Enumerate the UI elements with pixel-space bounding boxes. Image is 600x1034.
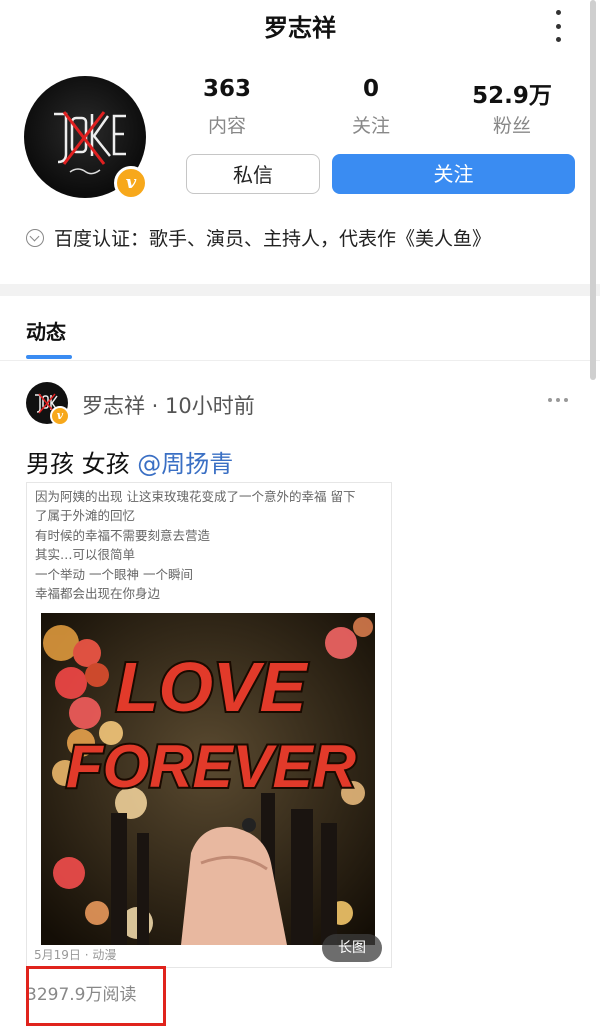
verify-check-icon (26, 228, 44, 247)
verification-text: 百度认证：歌手、演员、主持人，代表作《美人鱼》 (54, 228, 492, 250)
verified-badge: v (114, 166, 148, 200)
stat-followers-count: 52.9万 (464, 76, 560, 110)
long-image-tag: 长图 (322, 934, 382, 962)
post-body: 男孩 女孩 (26, 450, 130, 478)
tab-dynamic[interactable]: 动态 (26, 316, 66, 345)
mention-link[interactable]: @周扬青 (137, 450, 233, 478)
section-separator (0, 284, 600, 296)
card-line: 有时候的幸福不需要刻意去营造 (35, 527, 211, 543)
card-date: 5月19日 · 动漫 (34, 948, 117, 962)
card-line: 其实…可以很简单 (35, 547, 136, 563)
post-image-card[interactable]: 因为阿姨的出现 让这束玫瑰花变成了一个意外的幸福 留下 了属于外滩的回忆 有时候… (26, 482, 392, 968)
post-verified-badge: v (50, 406, 70, 426)
post-text: 男孩 女孩 @周扬青 (26, 444, 233, 479)
image-text-forever: FOREVER (66, 733, 356, 800)
stat-followers-value: 52.9 (472, 83, 529, 109)
card-line: 了属于外滩的回忆 (35, 508, 136, 524)
card-text-block: 因为阿姨的出现 让这束玫瑰花变成了一个意外的幸福 留下 了属于外滩的回忆 有时候… (35, 487, 355, 603)
highlight-box (26, 966, 166, 1026)
scrollbar[interactable] (590, 0, 596, 380)
more-vertical-icon[interactable] (548, 10, 568, 42)
divider (0, 360, 600, 361)
stat-followers-unit: 万 (528, 83, 552, 109)
stat-following-label: 关注 (351, 115, 390, 137)
follow-button[interactable]: 关注 (332, 154, 575, 194)
page-title: 罗志祥 (264, 14, 336, 42)
message-button[interactable]: 私信 (186, 154, 320, 194)
card-line: 因为阿姨的出现 让这束玫瑰花变成了一个意外的幸福 留下 (35, 489, 356, 504)
tab-indicator (26, 355, 72, 359)
stat-content-label: 内容 (207, 115, 246, 137)
stat-following-count: 0 (362, 76, 379, 102)
stat-content-count: 363 (202, 76, 251, 102)
more-horizontal-icon[interactable] (548, 398, 568, 402)
card-line: 一个举动 一个眼神 一个瞬间 (35, 566, 193, 582)
image-text-love: LOVE (116, 648, 309, 726)
card-line: 幸福都会出现在你身边 (35, 586, 161, 602)
stat-followers-label: 粉丝 (492, 115, 531, 137)
love-forever-image: LOVE FOREVER (41, 613, 375, 945)
post-author-meta[interactable]: 罗志祥 · 10小时前 (82, 390, 255, 420)
verification-row: 百度认证：歌手、演员、主持人，代表作《美人鱼》 (26, 224, 491, 251)
